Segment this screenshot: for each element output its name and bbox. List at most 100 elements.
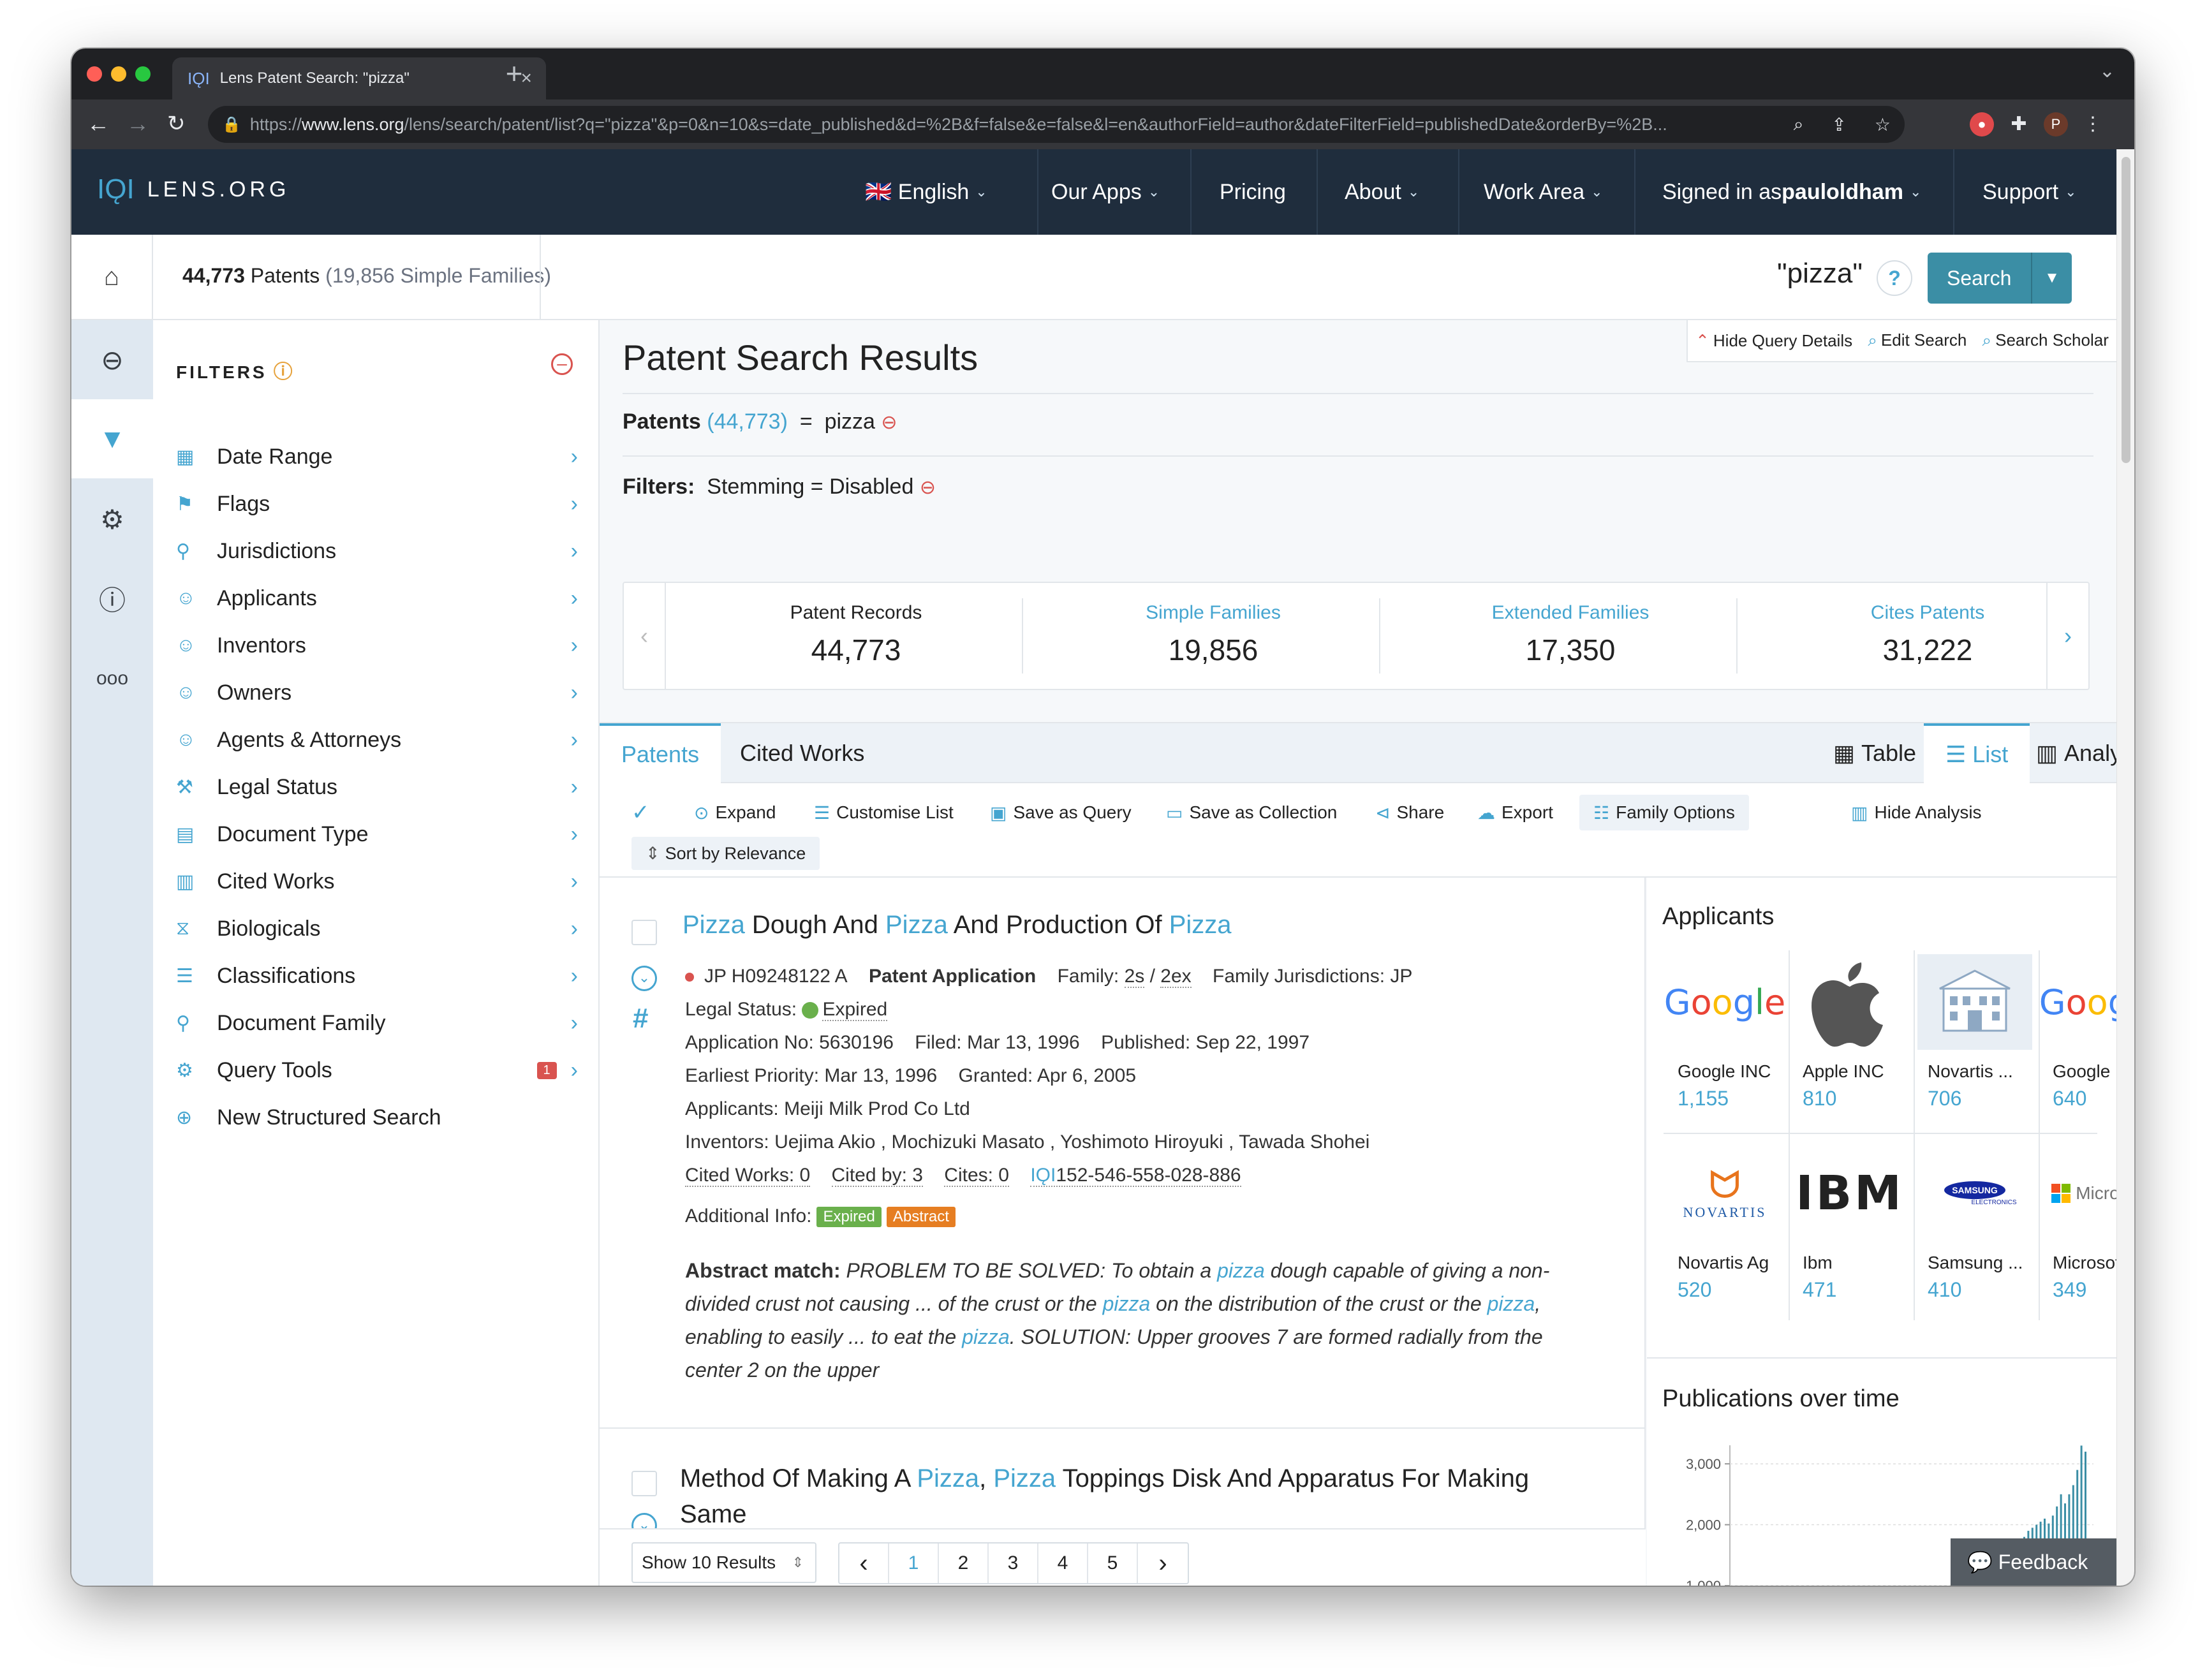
more-icon[interactable]: ooo bbox=[71, 639, 153, 718]
expand-result-icon[interactable]: ⌄ bbox=[631, 966, 657, 991]
remove-filter-icon[interactable]: ⊖ bbox=[920, 477, 936, 498]
cites-link[interactable]: Cites: 0 bbox=[944, 1165, 1009, 1187]
info-icon[interactable]: ⓘ bbox=[71, 559, 153, 638]
select-all-checkbox[interactable]: ✓ bbox=[631, 795, 656, 830]
stats-prev-icon[interactable]: ‹ bbox=[624, 583, 666, 689]
applicant-card[interactable]: SAMSUNG ELECTRONICS Samsung ... 410 bbox=[1914, 1135, 2037, 1324]
filter-owners[interactable]: ☺ Owners › bbox=[176, 674, 578, 712]
nav-work-area[interactable]: Work Area ⌄ bbox=[1484, 149, 1603, 235]
page-3[interactable]: 3 bbox=[989, 1544, 1038, 1583]
filter-inventors[interactable]: ☺ Inventors › bbox=[176, 626, 578, 665]
stats-next-icon[interactable]: › bbox=[2046, 583, 2088, 689]
applicant-card[interactable]: IBM Ibm 471 bbox=[1789, 1135, 1912, 1324]
nav-about[interactable]: About ⌄ bbox=[1345, 149, 1419, 235]
export-button[interactable]: ☁ Export bbox=[1477, 795, 1553, 830]
result-checkbox[interactable] bbox=[631, 920, 657, 945]
tab-cited-works[interactable]: Cited Works bbox=[718, 723, 886, 783]
filter-query-tools[interactable]: ⚙ Query Tools 1 › bbox=[176, 1051, 578, 1089]
page-scrollbar[interactable] bbox=[2116, 149, 2134, 1586]
applicant-card[interactable]: ᗢ NOVARTIS Novartis Ag 520 bbox=[1664, 1135, 1787, 1324]
lens-logo[interactable]: IǪI LENS.ORG bbox=[97, 173, 290, 205]
search-dropdown-icon[interactable]: ▼ bbox=[2031, 253, 2072, 304]
filter-jurisdictions[interactable]: ⚲ Jurisdictions › bbox=[176, 532, 578, 570]
filter-document-type[interactable]: ▤ Document Type › bbox=[176, 815, 578, 853]
address-bar[interactable]: 🔒 https://www.lens.org/lens/search/paten… bbox=[208, 106, 1905, 143]
page-4[interactable]: 4 bbox=[1038, 1544, 1088, 1583]
tab-patents[interactable]: Patents bbox=[600, 723, 721, 783]
minimize-window-button[interactable] bbox=[111, 66, 126, 82]
expired-tag[interactable]: Expired bbox=[816, 1207, 882, 1228]
stat-extended-families[interactable]: Extended Families 17,350 bbox=[1392, 583, 1749, 689]
abstract-tag[interactable]: Abstract bbox=[886, 1207, 956, 1228]
info-icon[interactable]: ⓘ bbox=[274, 362, 293, 383]
profile-avatar[interactable]: P bbox=[2044, 112, 2068, 136]
filter-biologicals[interactable]: ⧖ Biologicals › bbox=[176, 910, 578, 948]
results-per-page-select[interactable]: Show 10 Results ⇕ bbox=[631, 1542, 816, 1583]
close-window-button[interactable] bbox=[87, 66, 102, 82]
filter-agents-attorneys[interactable]: ☺ Agents & Attorneys › bbox=[176, 721, 578, 759]
sort-select[interactable]: ⇕ Sort by Relevance bbox=[631, 837, 820, 870]
edit-search-link[interactable]: ⌕ Edit Search bbox=[1868, 330, 1967, 351]
result-title-link[interactable]: Pizza Dough And Pizza And Production Of … bbox=[683, 911, 1232, 939]
result-title-link[interactable]: Method Of Making A Pizza, Pizza Toppings… bbox=[680, 1461, 1560, 1532]
nav-our-apps[interactable]: Our Apps ⌄ bbox=[1051, 149, 1160, 235]
cited-by-link[interactable]: Cited by: 3 bbox=[831, 1165, 923, 1187]
user-settings-icon[interactable]: ⚙ bbox=[71, 480, 153, 559]
lens-id-link[interactable]: IǪI152-546-558-028-886 bbox=[1030, 1165, 1241, 1187]
filter-legal-status[interactable]: ⚒ Legal Status › bbox=[176, 768, 578, 806]
filter-document-family[interactable]: ⚲ Document Family › bbox=[176, 1004, 578, 1042]
extension-icon[interactable]: ● bbox=[1970, 112, 1994, 136]
nav-signed-in[interactable]: Signed in as pauloldham ⌄ bbox=[1662, 149, 1921, 235]
stat-simple-families[interactable]: Simple Families 19,856 bbox=[1035, 583, 1392, 689]
nav-pricing[interactable]: Pricing bbox=[1220, 149, 1286, 235]
share-button[interactable]: ⊲ Share bbox=[1375, 795, 1444, 830]
page-2[interactable]: 2 bbox=[939, 1544, 989, 1583]
save-as-collection-button[interactable]: ▭ Save as Collection bbox=[1166, 795, 1337, 830]
next-page-icon[interactable]: › bbox=[1138, 1544, 1188, 1583]
home-icon[interactable]: ⌂ bbox=[71, 235, 153, 319]
tab-table[interactable]: ▦ Table bbox=[1812, 723, 1938, 783]
family-options-button[interactable]: ☷ Family Options bbox=[1579, 795, 1749, 830]
remove-query-icon[interactable]: ⊖ bbox=[881, 412, 897, 433]
page-5[interactable]: 5 bbox=[1088, 1544, 1138, 1583]
customise-list-button[interactable]: ☰ Customise List bbox=[814, 795, 954, 830]
collapse-icon[interactable]: ⊖ bbox=[71, 320, 153, 399]
hash-icon[interactable]: # bbox=[633, 1003, 648, 1035]
filter-flags[interactable]: ⚑ Flags › bbox=[176, 485, 578, 523]
hide-analysis-button[interactable]: ▥ Hide Analysis bbox=[1851, 795, 1982, 830]
help-icon[interactable]: ? bbox=[1877, 260, 1912, 296]
nav-language[interactable]: 🇬🇧 English ⌄ bbox=[865, 149, 987, 235]
zoom-icon[interactable]: ⌕ bbox=[1794, 114, 1804, 135]
family-simple-link[interactable]: 2s bbox=[1124, 966, 1145, 988]
reload-icon[interactable]: ↻ bbox=[167, 110, 186, 138]
zoom-window-button[interactable] bbox=[135, 66, 151, 82]
feedback-button[interactable]: 💬 Feedback ⌃ bbox=[1951, 1538, 2134, 1586]
new-tab-button[interactable]: + bbox=[495, 56, 533, 91]
stat-patent-records[interactable]: Patent Records 44,773 bbox=[677, 583, 1035, 689]
share-icon[interactable]: ⇪ bbox=[1831, 114, 1846, 135]
filter-cited-works[interactable]: ▥ Cited Works › bbox=[176, 862, 578, 901]
puzzle-icon[interactable]: ✚ bbox=[2007, 112, 2031, 136]
filter-classifications[interactable]: ☰ Classifications › bbox=[176, 957, 578, 995]
search-scholar-link[interactable]: ⌕ Search Scholar bbox=[1982, 330, 2109, 351]
page-1[interactable]: 1 bbox=[889, 1544, 939, 1583]
tab-search-icon[interactable]: ⌄ bbox=[2099, 60, 2115, 82]
applicant-card[interactable]: Novartis ... 706 bbox=[1914, 944, 2037, 1133]
applicant-card[interactable]: Apple INC 810 bbox=[1789, 944, 1912, 1133]
expand-button[interactable]: ⊙ Expand bbox=[694, 795, 776, 830]
forward-icon[interactable]: → bbox=[126, 110, 149, 138]
browser-tab[interactable]: IǪI Lens Patent Search: "pizza" × bbox=[172, 57, 546, 99]
scrollbar-thumb[interactable] bbox=[2122, 157, 2130, 463]
new-structured-search[interactable]: ⊕ New Structured Search bbox=[176, 1098, 578, 1137]
filter-icon[interactable]: ▼ bbox=[71, 399, 153, 478]
tab-list[interactable]: ☰ List bbox=[1924, 723, 2030, 783]
search-button[interactable]: Search ▼ bbox=[1928, 253, 2072, 304]
save-as-query-button[interactable]: ▣ Save as Query bbox=[990, 795, 1132, 830]
prev-page-icon[interactable]: ‹ bbox=[839, 1544, 889, 1583]
hide-query-details-link[interactable]: ⌃ Hide Query Details bbox=[1695, 331, 1852, 351]
back-icon[interactable]: ← bbox=[87, 110, 110, 138]
result-checkbox[interactable] bbox=[631, 1471, 657, 1496]
clear-filters-icon[interactable]: – bbox=[551, 353, 573, 375]
browser-menu-icon[interactable]: ⋮ bbox=[2081, 112, 2105, 136]
applicant-card[interactable]: Google Google INC 1,155 bbox=[1664, 944, 1787, 1133]
